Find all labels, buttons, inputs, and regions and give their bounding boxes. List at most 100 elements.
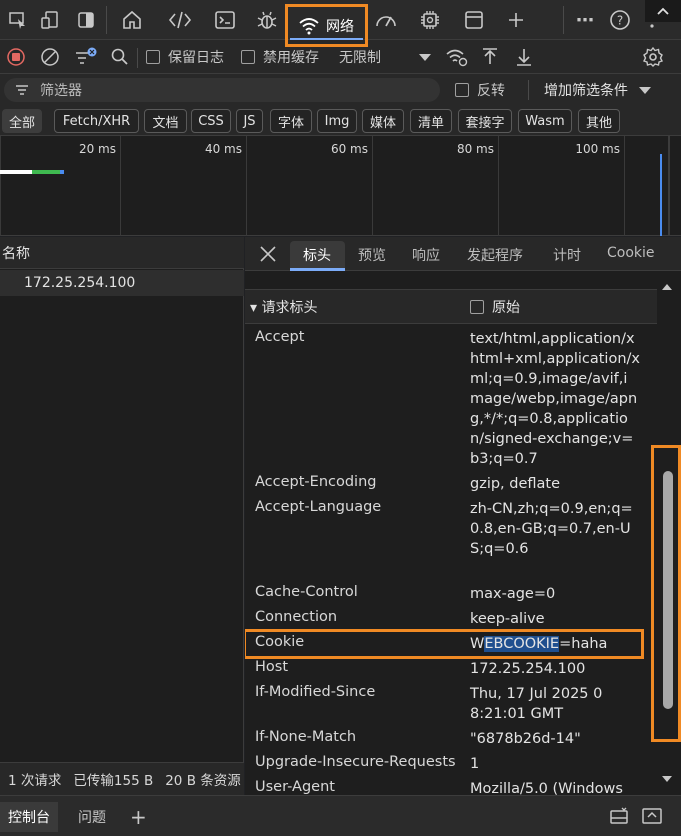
resource-type-filters: 全部 Fetch/XHR 文档 CSS JS 字体 Img 媒体 清单 套接字 … <box>0 106 681 136</box>
svg-text:?: ? <box>617 14 623 28</box>
close-drawer-icon[interactable] <box>641 806 663 826</box>
header-value: 172.25.254.100 <box>470 661 586 677</box>
cookie-highlight-box <box>245 629 644 659</box>
header-value: "6878b26d-14" <box>470 731 581 747</box>
throttling-select[interactable]: 无限制 <box>339 47 381 67</box>
devtools-tab-bar: 网络 ⋯ ? <box>0 0 681 47</box>
header-name: Accept-Language <box>255 499 382 515</box>
timeline-bar-ttfb <box>32 170 60 174</box>
header-name: Upgrade-Insecure-Requests <box>255 754 456 770</box>
clear-icon[interactable] <box>40 47 60 67</box>
application-icon[interactable] <box>462 8 486 32</box>
filter-chip-font[interactable]: 字体 <box>270 109 312 133</box>
dock-drawer-icon[interactable] <box>608 806 630 826</box>
filter-chip-img[interactable]: Img <box>317 109 357 133</box>
chevron-down-icon[interactable] <box>418 47 432 67</box>
drawer-tab-bar: 控制台 问题 + <box>0 795 681 836</box>
filter-chip-media[interactable]: 媒体 <box>362 109 404 133</box>
home-icon[interactable] <box>120 8 144 32</box>
collapse-chevron-icon[interactable] <box>645 0 681 22</box>
checkbox-box <box>455 83 469 97</box>
timeline-load-marker <box>660 154 662 236</box>
settings-gear-icon[interactable] <box>642 46 664 67</box>
active-tab-indicator <box>290 38 363 40</box>
import-har-icon[interactable] <box>480 47 500 67</box>
checkbox-box <box>241 50 255 64</box>
header-name: Connection <box>255 609 338 625</box>
filter-chip-css[interactable]: CSS <box>191 109 231 133</box>
elements-icon[interactable] <box>168 8 192 32</box>
request-row[interactable]: 172.25.254.100 <box>0 270 244 296</box>
filter-chip-other[interactable]: 其他 <box>578 109 620 133</box>
throttling-label: 无限制 <box>339 50 381 66</box>
search-icon[interactable] <box>110 47 130 67</box>
timeline-tick-label: 80 ms <box>456 142 494 156</box>
dock-side-icon[interactable] <box>74 8 98 32</box>
filter-toggle-icon[interactable] <box>74 47 98 67</box>
drawer-tab-issues[interactable]: 问题 <box>70 802 114 832</box>
tab-timing[interactable]: 计时 <box>553 245 581 265</box>
network-conditions-icon[interactable] <box>445 47 469 67</box>
scroll-down-arrow-icon[interactable] <box>661 775 673 783</box>
resource-size: 20 B 条资源 <box>165 773 241 789</box>
timeline-gridline <box>0 136 1 236</box>
filter-chip-manifest[interactable]: 清单 <box>410 109 452 133</box>
filter-placeholder: 筛选器 <box>40 83 82 99</box>
more-filters-label: 增加筛选条件 <box>544 83 628 99</box>
device-toggle-icon[interactable] <box>38 8 62 32</box>
help-icon[interactable]: ? <box>608 8 632 32</box>
timeline-overview[interactable]: 20 ms 40 ms 60 ms 80 ms 100 ms <box>0 136 681 236</box>
header-value: keep-alive <box>470 611 545 627</box>
timeline-bar-waiting <box>0 170 32 174</box>
performance-icon[interactable] <box>374 8 398 32</box>
inspect-element-icon[interactable] <box>6 8 30 32</box>
header-name: If-None-Match <box>255 729 357 745</box>
tab-preview[interactable]: 预览 <box>358 245 386 265</box>
filter-chip-all[interactable]: 全部 <box>2 109 42 133</box>
header-name: Host <box>255 659 289 675</box>
filter-chip-fetch-xhr[interactable]: Fetch/XHR <box>54 109 139 133</box>
network-icon <box>298 17 320 35</box>
tab-network[interactable]: 网络 <box>285 4 368 47</box>
close-icon[interactable] <box>259 245 277 263</box>
disable-cache-checkbox[interactable]: 禁用缓存 <box>241 47 319 67</box>
scrollbar-highlight-box <box>651 445 681 742</box>
invert-checkbox[interactable]: 反转 <box>455 80 505 100</box>
tab-cookies[interactable]: Cookie <box>607 245 655 261</box>
tab-response[interactable]: 响应 <box>412 245 440 265</box>
scroll-up-arrow-icon[interactable] <box>661 283 673 291</box>
filter-input[interactable]: 筛选器 <box>4 78 440 102</box>
add-tab-icon[interactable] <box>504 8 528 32</box>
column-header-name[interactable]: 名称 <box>0 237 244 269</box>
export-har-icon[interactable] <box>514 47 534 67</box>
filter-chip-doc[interactable]: 文档 <box>144 109 187 133</box>
request-headers-section-header[interactable]: ▾ 请求标头 原始 <box>245 289 657 324</box>
record-icon[interactable] <box>6 47 26 67</box>
filter-icon <box>14 83 30 97</box>
more-tools-icon[interactable]: ⋯ <box>573 8 597 32</box>
more-filters-dropdown[interactable]: 增加筛选条件 <box>544 80 652 100</box>
header-value: 1 <box>470 756 480 772</box>
details-tab-strip: 标头 预览 响应 发起程序 计时 Cookie <box>245 237 681 271</box>
tab-initiator[interactable]: 发起程序 <box>467 245 523 265</box>
timeline-bar-download <box>60 170 64 174</box>
raw-headers-checkbox[interactable]: 原始 <box>470 297 520 317</box>
divider <box>137 48 138 68</box>
section-title: ▾ 请求标头 <box>250 299 318 316</box>
filter-chip-socket[interactable]: 套接字 <box>458 109 512 133</box>
preserve-log-checkbox[interactable]: 保留日志 <box>146 47 224 67</box>
console-icon[interactable] <box>213 8 237 32</box>
timeline-gridline <box>624 136 625 236</box>
sources-bug-icon[interactable] <box>255 8 279 32</box>
timeline-tick-label: 100 ms <box>575 142 620 156</box>
timeline-gridline <box>120 136 121 236</box>
invert-label: 反转 <box>477 83 505 99</box>
tab-headers[interactable]: 标头 <box>303 245 331 265</box>
memory-chip-icon[interactable] <box>418 8 442 32</box>
header-value: text/html,application/xhtml+xml,applicat… <box>470 331 640 467</box>
drawer-add-tab-icon[interactable]: + <box>122 802 155 832</box>
filter-chip-wasm[interactable]: Wasm <box>518 109 572 133</box>
timeline-gridline <box>246 136 247 236</box>
filter-chip-js[interactable]: JS <box>236 109 263 133</box>
drawer-tab-console[interactable]: 控制台 <box>0 802 58 832</box>
